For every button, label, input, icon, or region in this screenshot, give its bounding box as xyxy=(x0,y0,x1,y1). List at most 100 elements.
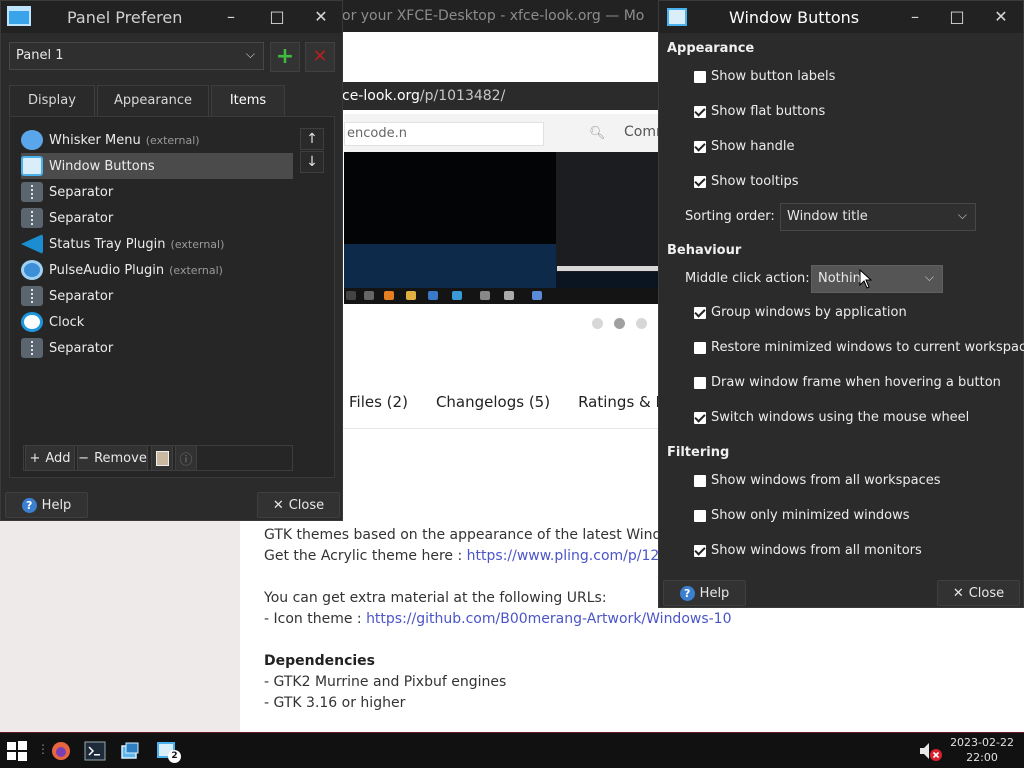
help-button[interactable]: ? Help xyxy=(663,580,746,606)
panel-item[interactable]: Separator xyxy=(21,283,293,309)
option-label: Show windows from all workspaces xyxy=(711,473,941,488)
url-host: ce-look.org xyxy=(342,88,420,104)
option-label: Show handle xyxy=(711,139,795,154)
panel-item[interactable]: Clock xyxy=(21,309,293,335)
window-buttons-app-icon xyxy=(667,8,687,26)
firefox-icon[interactable] xyxy=(50,740,72,762)
panel-item-label: Whisker Menu xyxy=(49,132,141,148)
terminal-icon[interactable] xyxy=(84,740,106,762)
edit-item-button[interactable] xyxy=(151,445,173,471)
screenshot-window xyxy=(556,152,662,272)
panel-prefs-titlebar[interactable]: Panel Preferen – □ ✕ xyxy=(1,1,342,33)
add-panel-button[interactable]: + xyxy=(270,42,300,72)
close-button[interactable]: ✕ Close xyxy=(257,492,340,518)
screenshot-blue-area xyxy=(344,244,556,288)
tab-appearance[interactable]: Appearance xyxy=(97,85,209,117)
checkbox-unchecked-icon[interactable] xyxy=(694,474,706,487)
checkbox-checked-icon[interactable] xyxy=(694,105,706,118)
option-checkbox[interactable]: Draw window frame when hovering a button xyxy=(694,375,1001,390)
window-switch-icon[interactable] xyxy=(119,740,141,762)
close-icon[interactable]: ✕ xyxy=(309,5,333,29)
checkbox-checked-icon[interactable] xyxy=(694,306,706,319)
checkbox-unchecked-icon[interactable] xyxy=(694,509,706,522)
address-text[interactable]: ce-look.org/p/1013482/ xyxy=(342,88,505,104)
option-checkbox[interactable]: Group windows by application xyxy=(694,305,907,320)
screenshot-url: encode.n xyxy=(344,122,544,146)
sorting-order-select[interactable]: Window title ⌵ xyxy=(780,203,976,231)
panel-item[interactable]: Whisker Menu (external) xyxy=(21,127,293,153)
close-icon: ✕ xyxy=(272,497,284,513)
close-button[interactable]: ✕ Close xyxy=(937,580,1020,606)
screenshot-dark-area xyxy=(344,152,556,252)
panel-item[interactable]: Separator xyxy=(21,335,293,361)
option-label: Switch windows using the mouse wheel xyxy=(711,410,970,425)
about-item-button[interactable]: ⓘ xyxy=(175,445,197,471)
start-menu-icon[interactable] xyxy=(6,740,28,762)
product-screenshot[interactable]: encode.n 🔍︎ Comn xyxy=(344,114,662,304)
maximize-icon[interactable]: □ xyxy=(265,5,289,29)
option-label: Show flat buttons xyxy=(711,104,826,119)
panel-item[interactable]: Status Tray Plugin (external) xyxy=(21,231,293,257)
checkbox-unchecked-icon[interactable] xyxy=(694,376,706,389)
help-icon: ? xyxy=(21,497,37,513)
icon-theme-link[interactable]: https://github.com/B00merang-Artwork/Win… xyxy=(366,611,731,627)
panel-item-label: Separator xyxy=(49,210,114,226)
close-icon[interactable]: ✕ xyxy=(989,5,1013,29)
sorting-order-value: Window title xyxy=(787,209,868,224)
tab-changelogs[interactable]: Changelogs (5) xyxy=(436,393,550,411)
option-label: Show windows from all monitors xyxy=(711,543,922,558)
option-checkbox[interactable]: Show flat buttons xyxy=(694,104,825,119)
carousel-dots[interactable] xyxy=(592,318,658,333)
close-icon: ✕ xyxy=(952,585,964,601)
option-checkbox[interactable]: Show only minimized windows xyxy=(694,508,910,523)
middle-click-select[interactable]: Nothin ⌵ xyxy=(811,265,943,293)
tab-display[interactable]: Display xyxy=(9,85,95,117)
panel-select[interactable]: Panel 1 ⌵ xyxy=(9,42,264,70)
divider xyxy=(342,428,660,429)
option-checkbox[interactable]: Show windows from all workspaces xyxy=(694,473,941,488)
help-button[interactable]: ? Help xyxy=(5,492,88,518)
checkbox-checked-icon[interactable] xyxy=(694,140,706,153)
dependency-item: - GTK 3.16 or higher xyxy=(264,695,406,711)
checkbox-unchecked-icon[interactable] xyxy=(694,70,706,83)
option-checkbox[interactable]: Show tooltips xyxy=(694,174,799,189)
option-checkbox[interactable]: Switch windows using the mouse wheel xyxy=(694,410,969,425)
panel-item-label: Separator xyxy=(49,340,114,356)
middle-click-value: Nothin xyxy=(818,271,861,286)
acrylic-link[interactable]: https://www.pling.com/p/12290 xyxy=(467,548,686,564)
checkbox-checked-icon[interactable] xyxy=(694,175,706,188)
info-icon: ⓘ xyxy=(179,452,193,468)
move-up-button[interactable]: ↑ xyxy=(300,128,324,150)
screenshot-taskbar xyxy=(344,288,662,304)
remove-panel-button[interactable]: ✕ xyxy=(305,42,335,72)
panel-item-external: (external) xyxy=(169,263,223,277)
window-buttons-titlebar[interactable]: Window Buttons – □ ✕ xyxy=(659,1,1023,33)
checkbox-checked-icon[interactable] xyxy=(694,411,706,424)
option-checkbox[interactable]: Restore minimized windows to current wor… xyxy=(694,340,1024,355)
panel-item[interactable]: Window Buttons xyxy=(21,153,293,179)
panel-item[interactable]: PulseAudio Plugin (external) xyxy=(21,257,293,283)
taskbar: ⋮ 2 2023-02-22 22:00 xyxy=(0,732,1024,768)
dependency-item: - GTK2 Murrine and Pixbuf engines xyxy=(264,674,507,690)
volume-muted-icon[interactable] xyxy=(918,740,944,762)
add-item-button[interactable]: + Add xyxy=(25,445,75,471)
edit-icon xyxy=(155,450,169,466)
option-checkbox[interactable]: Show button labels xyxy=(694,69,835,84)
tab-items[interactable]: Items xyxy=(211,85,285,117)
tab-files[interactable]: Files (2) xyxy=(349,393,408,411)
checkbox-unchecked-icon[interactable] xyxy=(694,341,706,354)
minimize-icon[interactable]: – xyxy=(219,5,243,29)
remove-item-button[interactable]: − Remove xyxy=(77,445,148,471)
checkbox-checked-icon[interactable] xyxy=(694,544,706,557)
maximize-icon[interactable]: □ xyxy=(945,5,969,29)
minimize-icon[interactable]: – xyxy=(903,5,927,29)
option-checkbox[interactable]: Show windows from all monitors xyxy=(694,543,922,558)
clock[interactable]: 2023-02-22 22:00 xyxy=(950,735,1014,765)
separator-icon xyxy=(21,338,43,358)
panel-item[interactable]: Separator xyxy=(21,179,293,205)
close-label: Close xyxy=(288,497,325,513)
option-checkbox[interactable]: Show handle xyxy=(694,139,795,154)
move-down-button[interactable]: ↓ xyxy=(300,151,324,173)
panel-item[interactable]: Separator xyxy=(21,205,293,231)
sorting-order-label: Sorting order: xyxy=(685,209,775,224)
